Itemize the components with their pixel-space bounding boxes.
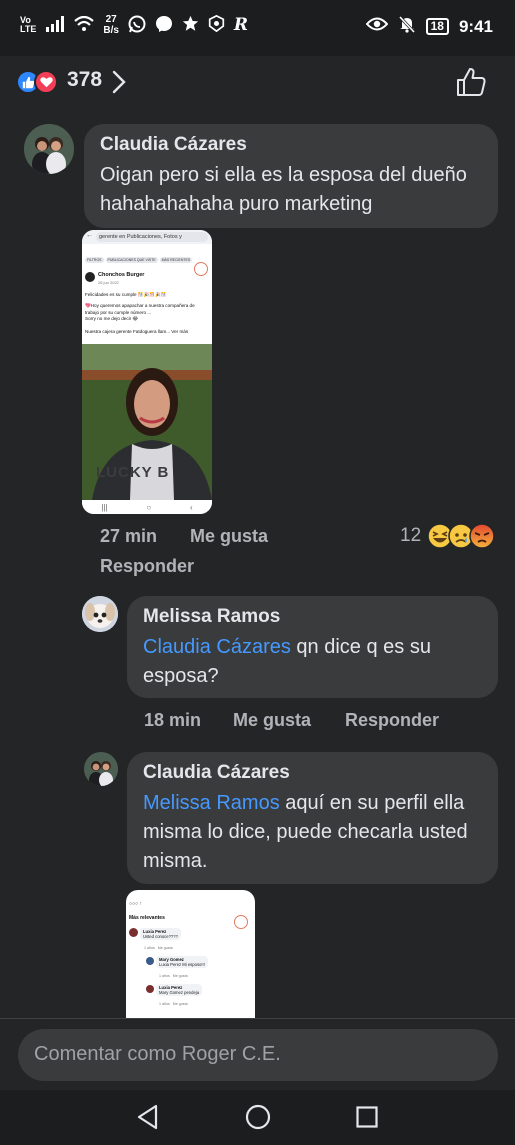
attachment-line: 💖Hoy queremos apapachar a nuestra compañ…	[85, 303, 195, 315]
back-nav-icon[interactable]	[136, 1104, 160, 1135]
app-r-icon: R	[233, 15, 249, 35]
attachment-header: Más relevantes	[129, 915, 165, 921]
shield-icon	[208, 14, 225, 35]
attachment-nav: ||| ○ ‹	[82, 500, 212, 514]
like-comment-button[interactable]: Me gusta	[233, 710, 311, 731]
post-reactions-bar[interactable]: 378	[0, 56, 515, 110]
comment-time: 27 min	[100, 526, 158, 546]
attachment-page-date: 26 jun 2022	[98, 280, 119, 285]
whatsapp-icon	[128, 15, 146, 36]
attachment-photo: LUCKY B	[82, 344, 212, 500]
mute-bell-icon	[398, 15, 416, 38]
comment-time: 18 min	[144, 710, 202, 730]
reaction-icons	[16, 70, 58, 94]
attachment-item-avatar	[146, 957, 154, 965]
reply-button[interactable]: Responder	[345, 710, 439, 731]
comment-author[interactable]: Melissa Ramos	[143, 606, 280, 628]
attachment-badge-icon	[194, 262, 208, 276]
attachment-badge-icon	[234, 915, 248, 929]
attachment-nav-recent-icon: |||	[101, 502, 108, 512]
attachment-line: Felicidades es su cumple 🎊🎉🎊🎉🎊	[85, 292, 167, 297]
attachment-line: Nuestra cajera gerente Fatdoguera llam..…	[85, 328, 189, 334]
attachment-item: Luxia Perez Mary Gomez pendeja	[156, 984, 203, 996]
mention-link[interactable]: Claudia Cázares	[143, 636, 291, 658]
like-comment-button[interactable]: Me gusta	[190, 526, 268, 547]
attachment-item: Mary Gomez Luxia Perez Mi esposo!!!	[156, 956, 208, 968]
home-nav-icon[interactable]	[245, 1104, 271, 1135]
speed-unit: B/s	[103, 25, 119, 36]
mention-link[interactable]: Melissa Ramos	[143, 792, 280, 814]
attachment-chip: FILTROS	[85, 257, 104, 263]
attachment-item-text: Mary Gomez pendeja	[159, 990, 200, 995]
battery-indicator: 18	[425, 18, 449, 35]
volte-indicator: Vo LTE	[20, 15, 37, 34]
attachment-chip: PUBLICACIONES QUE VISTE	[105, 257, 158, 263]
network-speed: 27 B/s	[103, 14, 119, 36]
attachment-search-bar: ← gerente en Publicaciones, Fotos y	[82, 230, 212, 244]
clock: 9:41	[458, 16, 493, 36]
comment-bubble[interactable]: Claudia Cázares Melissa Ramos aquí en su…	[127, 752, 498, 884]
like-outline-button[interactable]	[455, 66, 487, 103]
comment-text: Melissa Ramos aquí en su perfil ella mis…	[143, 789, 488, 876]
attachment-nav-home-icon: ○	[146, 502, 152, 512]
attachment-item-avatar	[146, 985, 154, 993]
star-icon	[182, 15, 199, 35]
attachment-item-meta: 1 años Me gusta	[159, 974, 188, 978]
comment-author[interactable]: Claudia Cázares	[100, 134, 247, 156]
comment-text: Oigan pero si ella es la esposa del dueñ…	[100, 164, 467, 215]
comment-bubble[interactable]: Melissa Ramos Claudia Cázares qn dice q …	[127, 596, 498, 698]
status-right: 18 9:41	[365, 15, 493, 38]
attachment-status: ○○○ ↑	[129, 901, 142, 907]
signal-icon	[45, 15, 65, 35]
attachment-item-meta: 1 años Me gusta	[159, 1002, 188, 1006]
eye-icon	[365, 16, 388, 37]
attachment-item-text: Usted conoce????	[143, 934, 178, 939]
attachment-item-text: Luxia Perez Mi esposo!!!	[159, 962, 205, 967]
angry-icon	[469, 523, 495, 554]
attachment-item-avatar	[129, 928, 138, 937]
avatar[interactable]	[82, 596, 118, 632]
comment-composer-bar: Comentar como Roger C.E.	[0, 1018, 515, 1090]
comment-reaction-count[interactable]: 12	[400, 525, 421, 547]
reaction-count[interactable]: 378	[67, 68, 102, 92]
status-bar: Vo LTE 27 B/s R 18 9:41	[0, 0, 515, 56]
attachment-page-name: Chonchos Burger	[98, 272, 145, 278]
status-left: Vo LTE 27 B/s R	[20, 14, 248, 36]
attachment-chips: FILTROS PUBLICACIONES QUE VISTE MÁS RECI…	[85, 257, 193, 263]
love-icon	[34, 70, 58, 94]
attachment-line: Sorry no me dejo decir 😂	[85, 316, 138, 322]
attachment-shirt-text: LUCKY B	[96, 464, 170, 481]
speed-value: 27	[105, 14, 117, 25]
attachment-nav-back-icon: ‹	[189, 502, 193, 512]
avatar[interactable]	[24, 124, 74, 174]
attachment-post-text: Felicidades es su cumple 🎊🎉🎊🎉🎊 💖Hoy quer…	[85, 292, 209, 335]
comment-author[interactable]: Claudia Cázares	[143, 762, 290, 784]
chevron-right-icon[interactable]	[112, 70, 126, 99]
attachment-item: Luxia Perez Usted conoce????	[140, 928, 181, 940]
comment-input[interactable]: Comentar como Roger C.E.	[18, 1029, 498, 1081]
messenger-icon	[155, 15, 173, 36]
comment-text: Claudia Cázares qn dice q es su esposa?	[143, 633, 488, 691]
attachment-item-meta: 1 años Me gusta	[144, 946, 173, 950]
comment-bubble[interactable]: Claudia Cázares Oigan pero si ella es la…	[84, 124, 498, 228]
comment-image-attachment[interactable]: ← gerente en Publicaciones, Fotos y FILT…	[82, 230, 212, 514]
recents-nav-icon[interactable]	[356, 1106, 378, 1133]
comment-image-attachment[interactable]: ○○○ ↑ Más relevantes Luxia Perez Usted c…	[126, 890, 255, 1018]
wifi-icon	[74, 15, 95, 35]
attachment-chip: MÁS RECIENTES	[159, 257, 193, 263]
reply-button[interactable]: Responder	[100, 556, 194, 577]
avatar[interactable]	[84, 752, 118, 786]
comment-reaction-icons[interactable]	[427, 523, 495, 554]
comment-input-placeholder[interactable]: Comentar como Roger C.E.	[34, 1043, 281, 1066]
attachment-search-text: gerente en Publicaciones, Fotos y	[96, 232, 208, 242]
system-navigation-bar	[0, 1090, 515, 1145]
attachment-page-avatar	[85, 272, 95, 282]
